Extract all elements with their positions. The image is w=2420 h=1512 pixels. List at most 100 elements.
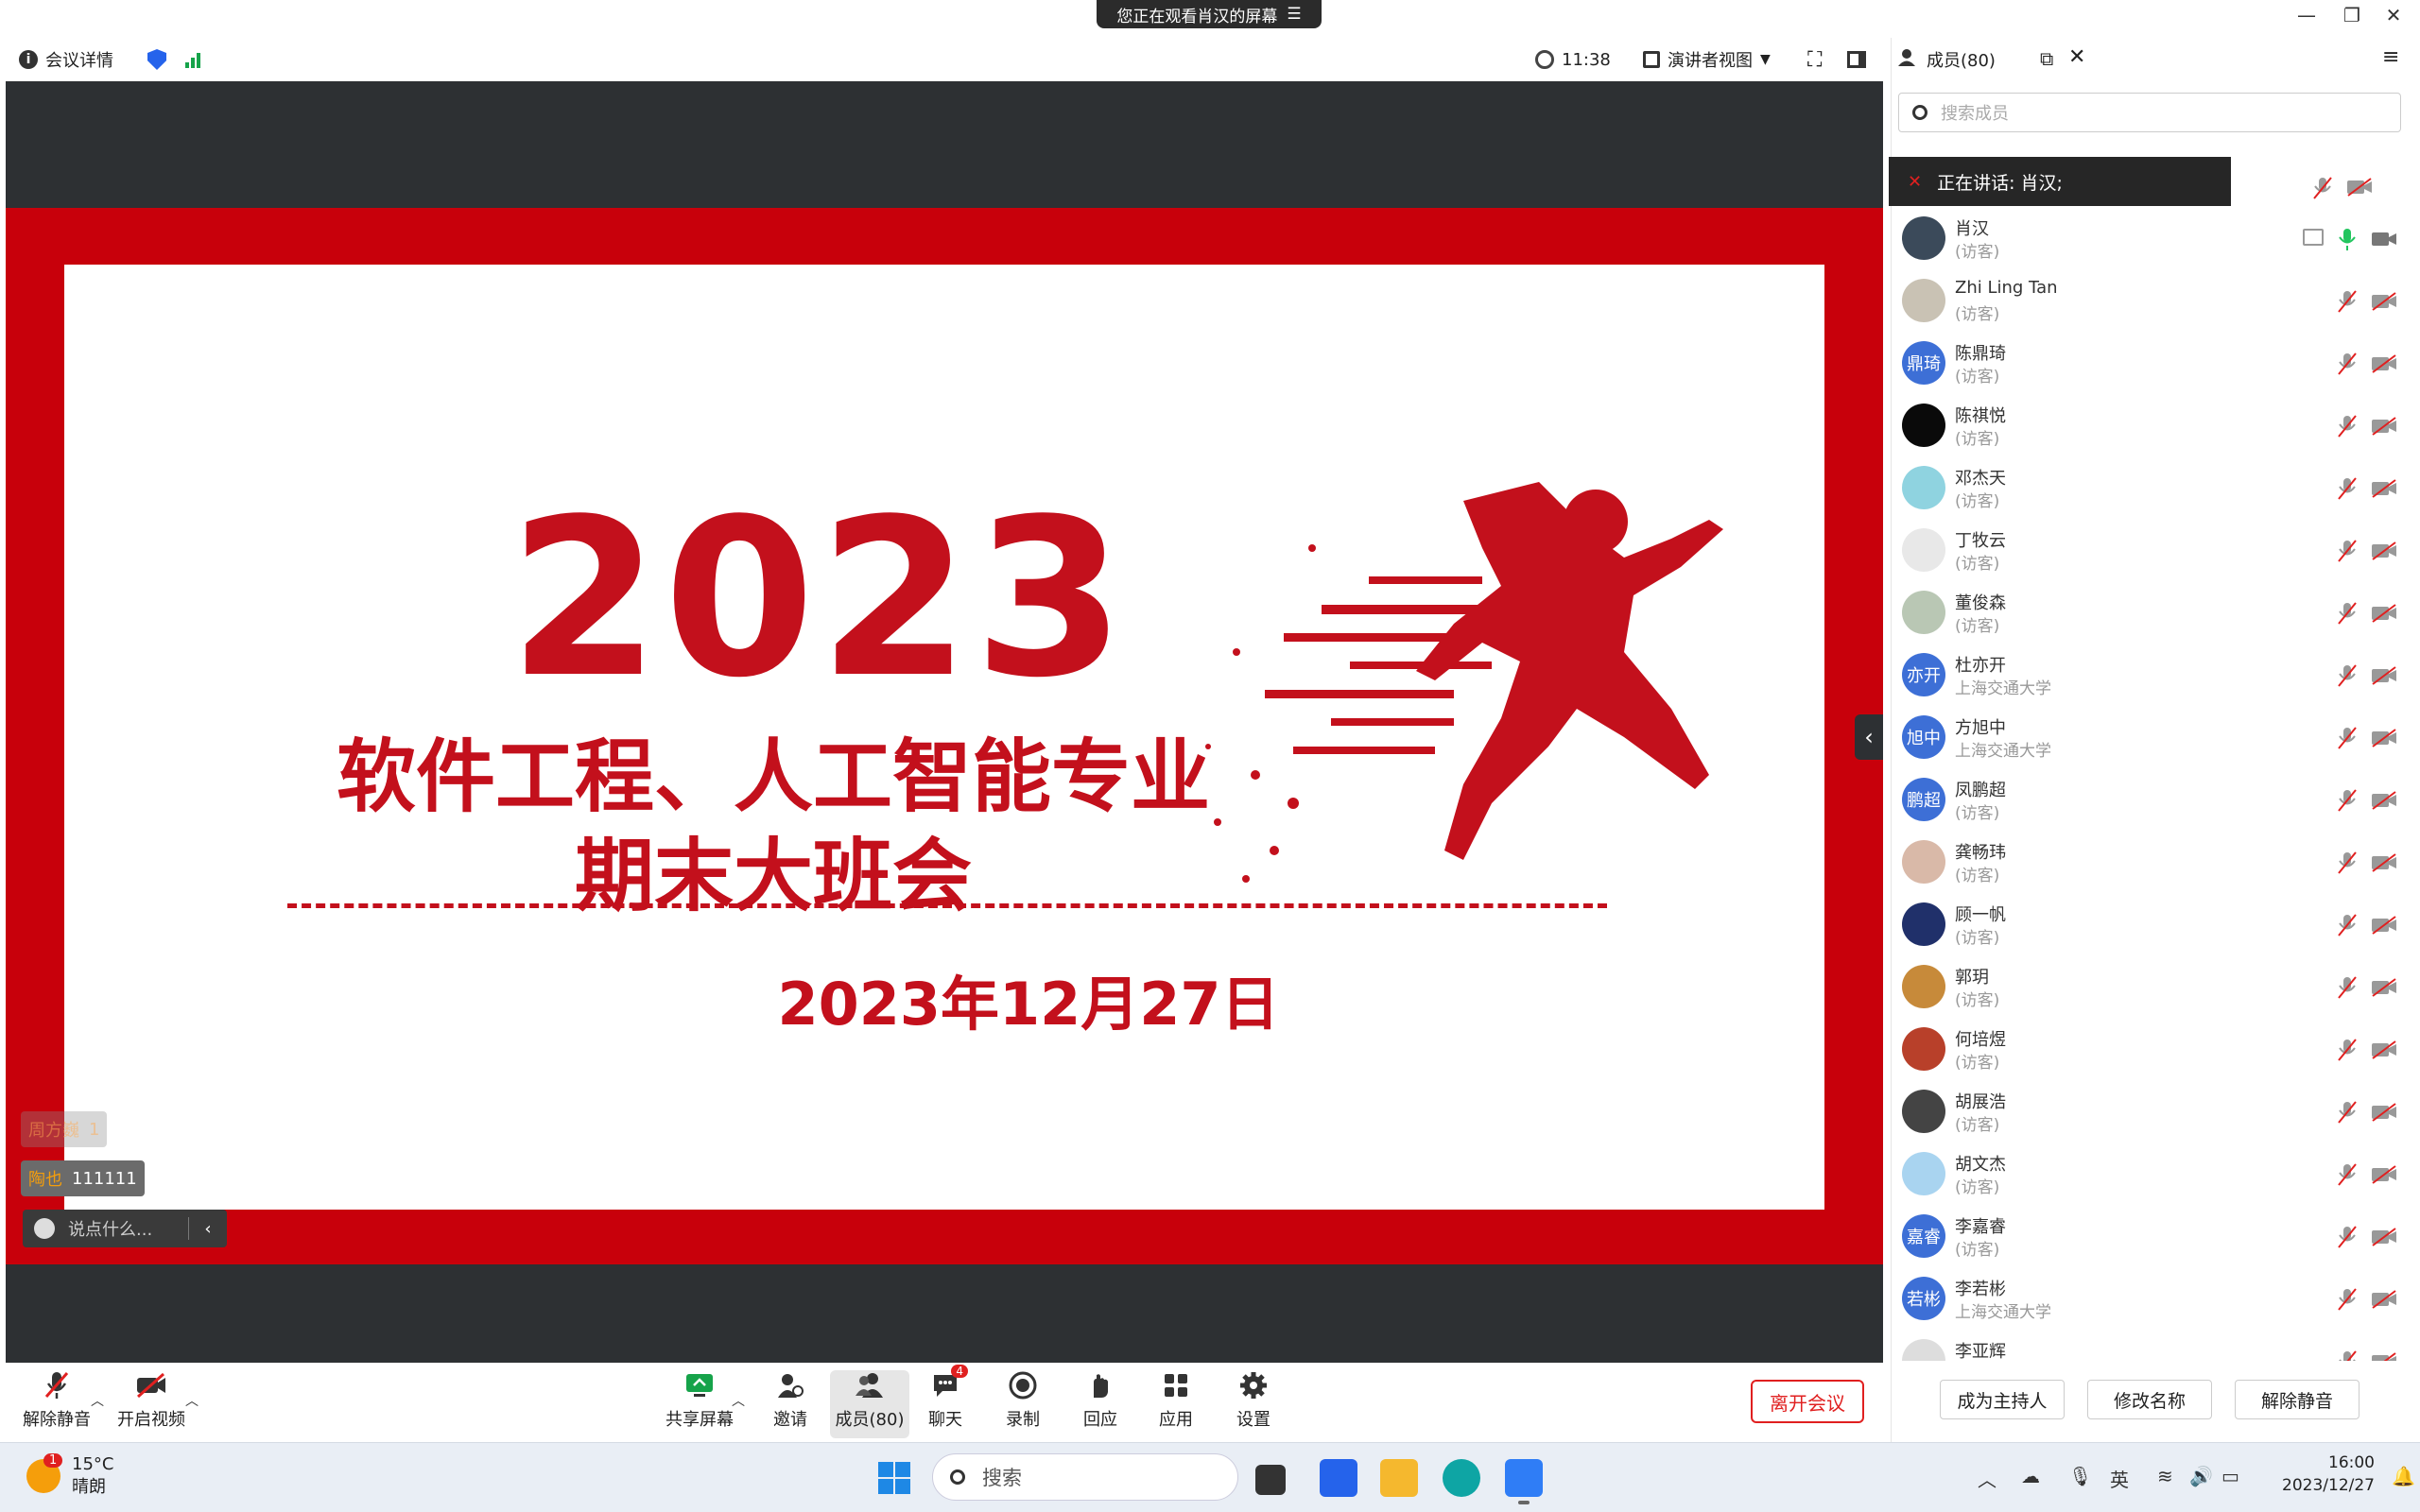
- camera-off-icon[interactable]: [2371, 729, 2397, 747]
- member-row[interactable]: 亦开 杜亦开 上海交通大学: [1891, 644, 2420, 707]
- mic-on-icon[interactable]: [2337, 227, 2358, 251]
- member-row[interactable]: 龚畅玮 (访客): [1891, 832, 2420, 894]
- member-row[interactable]: 胡文杰 (访客): [1891, 1143, 2420, 1206]
- camera-off-icon[interactable]: [2371, 1290, 2397, 1309]
- camera-icon[interactable]: [2371, 230, 2397, 249]
- leave-meeting-button[interactable]: 离开会议: [1751, 1380, 1864, 1423]
- mic-muted-icon[interactable]: [2337, 913, 2358, 937]
- chevron-left-icon[interactable]: ‹: [189, 1219, 227, 1239]
- sidebar-toggle-icon[interactable]: [1847, 47, 1866, 72]
- taskbar-search[interactable]: 搜索: [932, 1453, 1238, 1501]
- chat-button[interactable]: 4 聊天: [908, 1365, 983, 1431]
- restore-icon[interactable]: ❐: [2337, 4, 2367, 26]
- member-row[interactable]: 何培煜 (访客): [1891, 1019, 2420, 1081]
- member-row[interactable]: 董俊森 (访客): [1891, 582, 2420, 644]
- chevron-up-icon[interactable]: ︿: [91, 1391, 104, 1410]
- popout-icon[interactable]: ⧉: [2040, 47, 2053, 70]
- chevron-up-icon[interactable]: ︿: [1978, 1465, 1996, 1492]
- member-row[interactable]: 鹏超 凤鹏超 (访客): [1891, 769, 2420, 832]
- member-row[interactable]: Zhi Ling Tan (访客): [1891, 270, 2420, 333]
- members-button[interactable]: 成员(80): [830, 1370, 909, 1438]
- camera-off-icon[interactable]: [2371, 853, 2397, 872]
- invite-button[interactable]: 邀请: [752, 1370, 828, 1431]
- network-signal-icon[interactable]: [185, 47, 200, 72]
- fullscreen-icon[interactable]: ⛶: [1807, 47, 1822, 72]
- danmaku-input[interactable]: 说点什么... ‹: [23, 1210, 227, 1247]
- camera-off-icon[interactable]: [2346, 178, 2373, 197]
- member-search-input[interactable]: 搜索成员: [1898, 93, 2401, 132]
- weather-widget[interactable]: 15°C 晴朗: [72, 1453, 113, 1499]
- apps-button[interactable]: 应用: [1138, 1370, 1214, 1431]
- task-view-icon[interactable]: [1255, 1465, 1286, 1495]
- member-row[interactable]: 鼎琦 陈鼎琦 (访客): [1891, 333, 2420, 395]
- share-screen-button[interactable]: 共享屏幕: [662, 1370, 737, 1431]
- mic-muted-icon[interactable]: [2337, 1162, 2358, 1187]
- weather-sun-icon[interactable]: 1: [26, 1453, 63, 1493]
- chevron-up-icon[interactable]: ︿: [732, 1391, 745, 1410]
- meeting-details-button[interactable]: i 会议详情: [19, 47, 113, 72]
- mic-muted-icon[interactable]: [2337, 352, 2358, 376]
- screen-share-notice[interactable]: 您正在观看肖汉的屏幕 ☰: [1097, 0, 1322, 28]
- mic-muted-icon[interactable]: [2337, 1038, 2358, 1062]
- notification-bell-icon[interactable]: 🔔: [2392, 1465, 2415, 1487]
- windows-start-icon[interactable]: [877, 1461, 911, 1495]
- mic-muted-icon[interactable]: [2337, 663, 2358, 688]
- microphone-icon[interactable]: 🎙: [2068, 1465, 2092, 1487]
- rename-button[interactable]: 修改名称: [2087, 1380, 2212, 1419]
- mic-muted-icon[interactable]: [2337, 850, 2358, 875]
- mic-muted-icon[interactable]: [2337, 1349, 2358, 1361]
- mic-muted-icon[interactable]: [2337, 414, 2358, 438]
- camera-off-icon[interactable]: [2371, 916, 2397, 935]
- wifi-icon[interactable]: ≋: [2157, 1465, 2173, 1487]
- tencent-meeting-icon[interactable]: [1505, 1459, 1543, 1497]
- close-panel-icon[interactable]: ✕: [2068, 45, 2085, 69]
- member-row[interactable]: 胡展浩 (访客): [1891, 1081, 2420, 1143]
- member-row[interactable]: 邓杰天 (访客): [1891, 457, 2420, 520]
- edge-browser-icon[interactable]: [1443, 1459, 1480, 1497]
- hamburger-menu-icon[interactable]: ≡: [2382, 45, 2399, 69]
- camera-off-icon[interactable]: [2371, 1103, 2397, 1122]
- mic-muted-icon[interactable]: [2337, 726, 2358, 750]
- member-row[interactable]: 肖汉 (访客): [1891, 208, 2420, 270]
- mic-muted-icon[interactable]: [2312, 176, 2333, 200]
- menu-lines-icon[interactable]: ☰: [1287, 5, 1301, 24]
- camera-off-icon[interactable]: [2371, 479, 2397, 498]
- security-icon[interactable]: [147, 47, 166, 72]
- mic-muted-icon[interactable]: [2337, 1287, 2358, 1312]
- camera-off-icon[interactable]: [2371, 417, 2397, 436]
- member-row[interactable]: 旭中 方旭中 上海交通大学: [1891, 707, 2420, 769]
- mic-muted-icon[interactable]: [2337, 788, 2358, 813]
- system-clock[interactable]: 16:00 2023/12/27: [2261, 1452, 2375, 1497]
- camera-off-icon[interactable]: [2371, 978, 2397, 997]
- member-row[interactable]: 陈祺悦 (访客): [1891, 395, 2420, 457]
- settings-button[interactable]: 设置: [1216, 1370, 1291, 1431]
- mic-muted-icon[interactable]: [2337, 601, 2358, 626]
- unmute-all-button[interactable]: 解除静音: [2235, 1380, 2360, 1419]
- file-explorer-icon[interactable]: [1380, 1459, 1418, 1497]
- camera-off-icon[interactable]: [2371, 666, 2397, 685]
- mic-muted-icon[interactable]: [2337, 289, 2358, 314]
- unmute-button[interactable]: 解除静音: [19, 1370, 95, 1431]
- camera-off-icon[interactable]: [2371, 292, 2397, 311]
- camera-off-icon[interactable]: [2371, 1165, 2397, 1184]
- mic-muted-icon[interactable]: [2337, 1100, 2358, 1125]
- member-row[interactable]: 嘉睿 李嘉睿 (访客): [1891, 1206, 2420, 1268]
- mic-muted-icon[interactable]: [2337, 975, 2358, 1000]
- start-video-button[interactable]: 开启视频: [113, 1370, 189, 1431]
- camera-off-icon[interactable]: [2371, 354, 2397, 373]
- minimize-icon[interactable]: —: [2291, 4, 2322, 26]
- mic-muted-icon[interactable]: [2337, 539, 2358, 563]
- onedrive-icon[interactable]: ☁: [2021, 1465, 2040, 1487]
- camera-off-icon[interactable]: [2371, 604, 2397, 623]
- camera-off-icon[interactable]: [2371, 541, 2397, 560]
- make-host-button[interactable]: 成为主持人: [1940, 1380, 2065, 1419]
- volume-icon[interactable]: 🔊: [2189, 1465, 2213, 1487]
- member-row[interactable]: 丁牧云 (访客): [1891, 520, 2420, 582]
- member-row[interactable]: 郭玥 (访客): [1891, 956, 2420, 1019]
- chevron-up-icon[interactable]: ︿: [185, 1391, 199, 1410]
- camera-off-icon[interactable]: [2371, 791, 2397, 810]
- camera-off-icon[interactable]: [2371, 1040, 2397, 1059]
- collapse-panel-icon[interactable]: ‹: [1855, 714, 1883, 760]
- record-button[interactable]: 录制: [985, 1370, 1061, 1431]
- ime-indicator[interactable]: 英: [2110, 1465, 2129, 1492]
